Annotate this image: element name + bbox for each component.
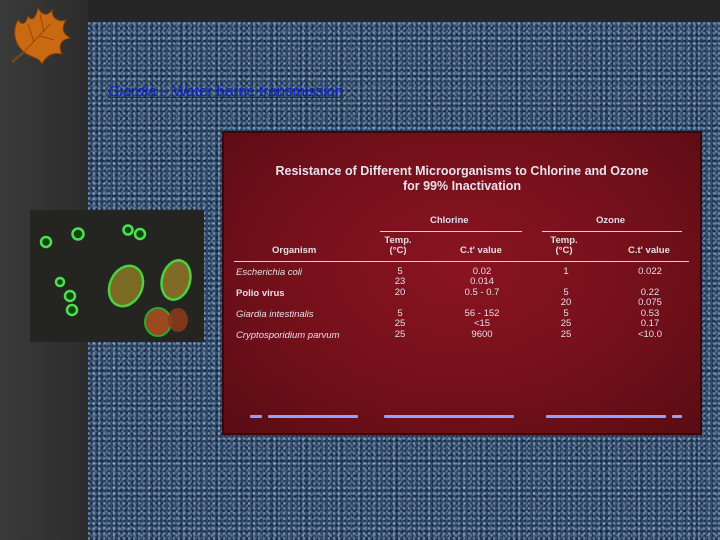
header-rule — [234, 261, 689, 262]
col-header-chlorine-ct: C.t' value — [460, 245, 502, 256]
slide-title-link[interactable]: Giardia – Water borne transmission — [108, 83, 343, 100]
top-dark-strip — [88, 0, 720, 22]
polio-ozone-ct: 0.22 0.075 — [638, 287, 662, 309]
bottom-rule-segment — [546, 415, 666, 418]
ozone-rule — [542, 231, 682, 232]
ecoli-chlorine-ct: 0.02 0.014 0.5 - 0.7 — [464, 266, 500, 298]
col-header-chlorine-temp: Temp. (°C) — [384, 235, 412, 257]
autumn-leaf-icon — [11, 6, 72, 66]
ecoli-chlorine-temp: 5 23 20 — [394, 266, 406, 298]
polio-ozone-temp: 5 20 — [560, 287, 572, 309]
giardia-ozone-ct: 0.53 0.17 — [640, 308, 660, 330]
chlorine-ozone-table-image: Resistance of Different Microorganisms t… — [222, 131, 702, 435]
bottom-rule-segment — [250, 415, 262, 418]
giardia-chlorine-temp: 5 25 — [394, 308, 406, 330]
group-header-ozone: Ozone — [596, 215, 626, 226]
col-header-organism: Organism — [272, 245, 317, 256]
row-organism-crypto: Cryptosporidium parvum — [236, 330, 340, 341]
ecoli-ozone-temp: 1 — [563, 266, 569, 277]
ecoli-ozone-ct: 0.022 — [638, 266, 662, 277]
crypto-chlorine-temp: 25 — [394, 329, 406, 340]
row-organism-giardia: Giardia intestinalis — [236, 309, 314, 320]
giardia-ozone-temp: 5 25 — [560, 308, 572, 330]
title-italic-part: Giardia — [108, 83, 157, 100]
col-header-ozone-temp: Temp. (°C) — [550, 235, 578, 257]
giardia-chlorine-ct: 56 - 152 <15 — [464, 308, 500, 330]
crypto-chlorine-ct: 9600 — [471, 329, 493, 340]
microscopy-image — [30, 210, 204, 342]
table-heading-line1: Resistance of Different Microorganisms t… — [275, 164, 649, 178]
row-organism-ecoli: Escherichia coli — [236, 267, 302, 278]
chlorine-rule — [380, 231, 522, 232]
crypto-ozone-ct: <10.0 — [637, 329, 663, 340]
title-rest-part: – Water borne transmission — [156, 83, 344, 100]
bottom-rule-segment — [268, 415, 358, 418]
table-heading-line2: for 99% Inactivation — [402, 179, 522, 193]
crypto-ozone-temp: 25 — [560, 329, 572, 340]
bottom-rule-segment — [384, 415, 514, 418]
group-header-chlorine: Chlorine — [430, 215, 469, 226]
row-organism-polio: Polio virus — [236, 288, 285, 299]
bottom-rule-segment — [672, 415, 682, 418]
col-header-ozone-ct: C.t' value — [628, 245, 670, 256]
